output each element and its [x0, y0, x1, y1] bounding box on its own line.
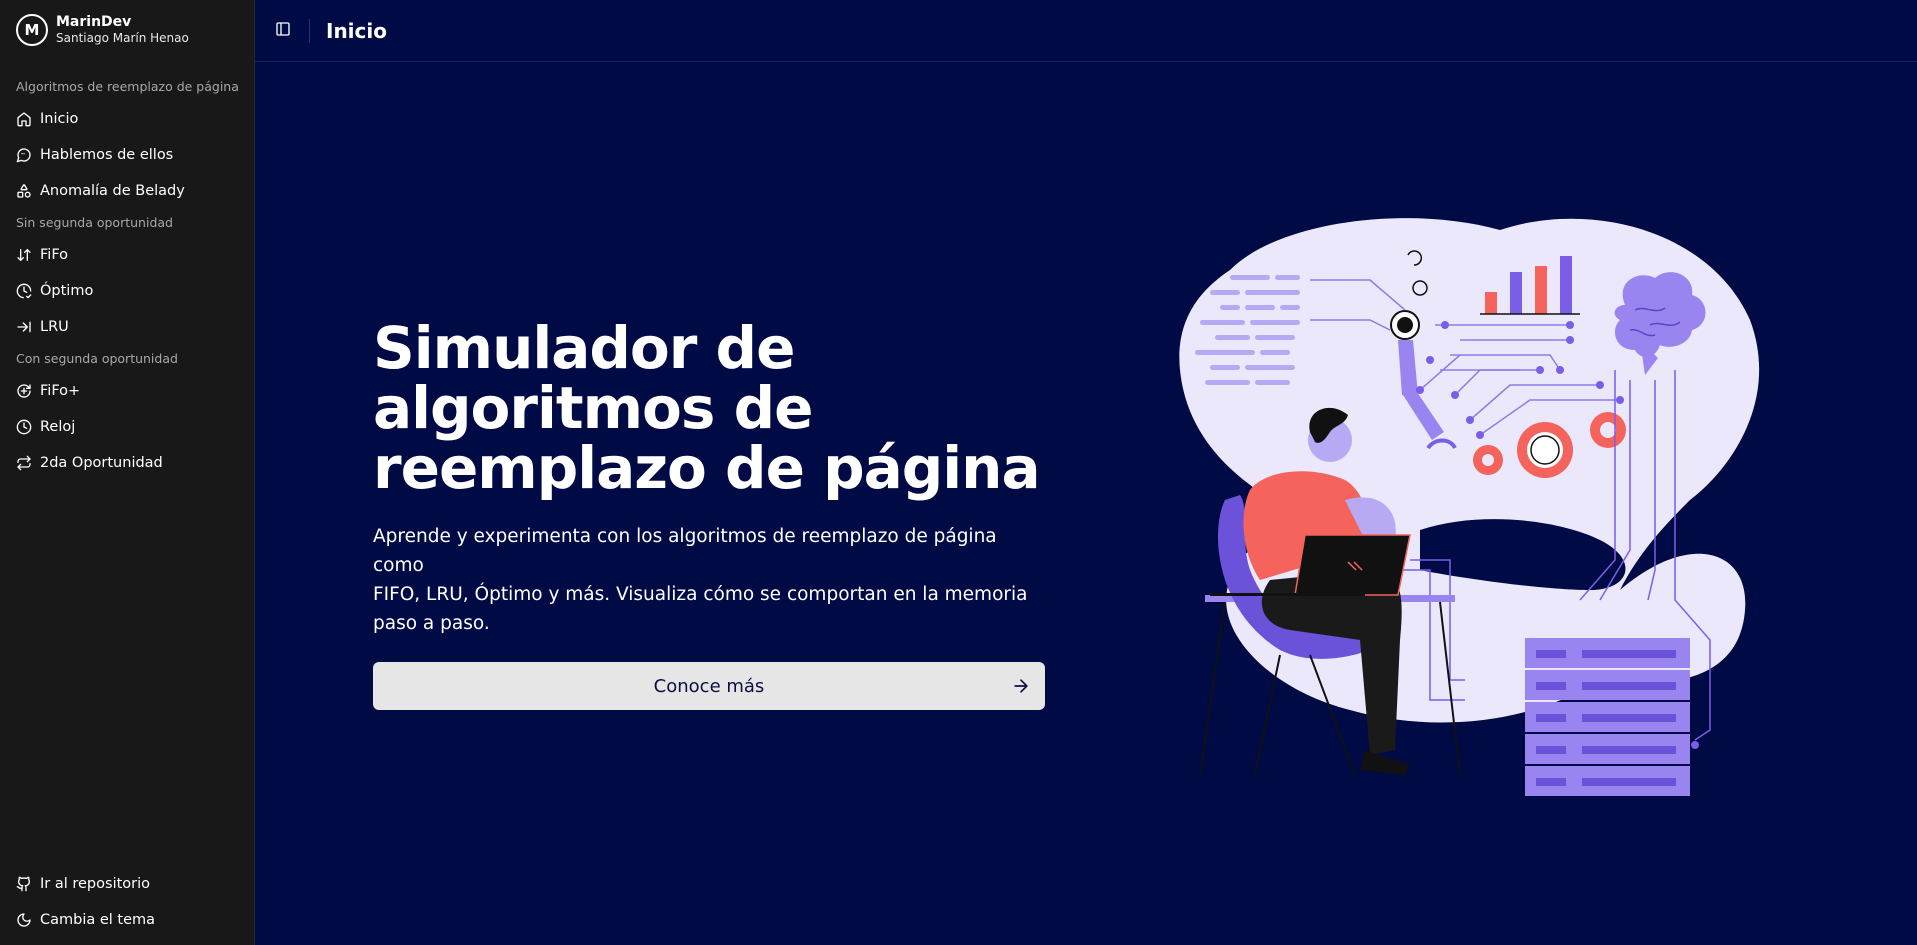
- home-icon: [16, 111, 32, 127]
- hero-title-line: reemplazo de página: [373, 434, 1041, 502]
- repeat-icon: [16, 455, 32, 471]
- hero-section: Simulador de algoritmos de reemplazo de …: [373, 318, 1053, 710]
- cta-label: Conoce más: [653, 675, 765, 697]
- sidebar-item-tema[interactable]: Cambia el tema: [16, 906, 241, 934]
- sidebar-item-label: FiFo: [40, 247, 69, 263]
- hero-title-line: algoritmos de: [373, 374, 813, 442]
- arrow-right-to-line-icon: [16, 319, 32, 335]
- sidebar-item-label: LRU: [40, 319, 69, 335]
- brand-author: Santiago Marín Henao: [56, 31, 189, 45]
- hero-title: Simulador de algoritmos de reemplazo de …: [373, 318, 1053, 498]
- sidebar-item-belady[interactable]: Anomalía de Belady: [16, 177, 241, 205]
- arrow-right-icon: [1011, 676, 1031, 696]
- rotate-arrow-icon: [16, 383, 32, 399]
- brand-text: MarinDev Santiago Marín Henao: [56, 14, 189, 46]
- sidebar-item-2da-oportunidad[interactable]: 2da Oportunidad: [16, 449, 241, 477]
- panel-left-icon: [275, 21, 291, 41]
- hero-illustration: [1179, 218, 1760, 796]
- sidebar: M MarinDev Santiago Marín Henao Algoritm…: [0, 0, 255, 945]
- moon-icon: [16, 912, 32, 928]
- sidebar-toggle-button[interactable]: [269, 17, 297, 45]
- sidebar-item-fifo-plus[interactable]: FiFo+: [16, 377, 241, 405]
- sidebar-item-inicio[interactable]: Inicio: [16, 105, 241, 133]
- topbar: Inicio: [255, 0, 1917, 62]
- server-rack-graphic: [1525, 638, 1699, 796]
- message-circle-icon: [16, 147, 32, 163]
- sidebar-item-fifo[interactable]: FiFo: [16, 241, 241, 269]
- sidebar-item-label: FiFo+: [40, 383, 81, 399]
- sidebar-item-label: Anomalía de Belady: [40, 183, 185, 199]
- github-icon: [16, 876, 32, 892]
- hero-description-line: paso a paso.: [373, 613, 490, 634]
- sidebar-item-label: 2da Oportunidad: [40, 455, 163, 471]
- group-label-algoritmos: Algoritmos de reemplazo de página: [16, 79, 239, 94]
- sidebar-item-hablemos[interactable]: Hablemos de ellos: [16, 141, 241, 169]
- page-title: Inicio: [326, 18, 387, 43]
- hero-description-line: FIFO, LRU, Óptimo y más. Visualiza cómo …: [373, 584, 1028, 605]
- sidebar-item-repositorio[interactable]: Ir al repositorio: [16, 870, 241, 898]
- sidebar-item-label: Ir al repositorio: [40, 876, 151, 892]
- conoce-mas-button[interactable]: Conoce más: [373, 662, 1045, 710]
- clock-check-icon: [16, 283, 32, 299]
- sidebar-item-label: Óptimo: [40, 283, 94, 299]
- sidebar-item-optimo[interactable]: Óptimo: [16, 277, 241, 305]
- brand[interactable]: M MarinDev Santiago Marín Henao: [16, 14, 189, 46]
- sidebar-item-label: Cambia el tema: [40, 912, 156, 928]
- hero-description: Aprende y experimenta con los algoritmos…: [373, 522, 1053, 638]
- sidebar-item-label: Hablemos de ellos: [40, 147, 174, 163]
- hero-title-line: Simulador de: [373, 314, 795, 382]
- sidebar-item-label: Inicio: [40, 111, 79, 127]
- topbar-divider: [309, 18, 310, 43]
- sidebar-item-label: Reloj: [40, 419, 76, 435]
- group-label-con-segunda: Con segunda oportunidad: [16, 351, 178, 366]
- arrow-up-down-icon: [16, 247, 32, 263]
- group-label-sin-segunda: Sin segunda oportunidad: [16, 215, 173, 230]
- hero-description-line: Aprende y experimenta con los algoritmos…: [373, 526, 997, 576]
- brand-name: MarinDev: [56, 14, 132, 30]
- brand-logo: M: [16, 14, 48, 46]
- sidebar-item-lru[interactable]: LRU: [16, 313, 241, 341]
- sidebar-item-reloj[interactable]: Reloj: [16, 413, 241, 441]
- clock-icon: [16, 419, 32, 435]
- shapes-icon: [16, 183, 32, 199]
